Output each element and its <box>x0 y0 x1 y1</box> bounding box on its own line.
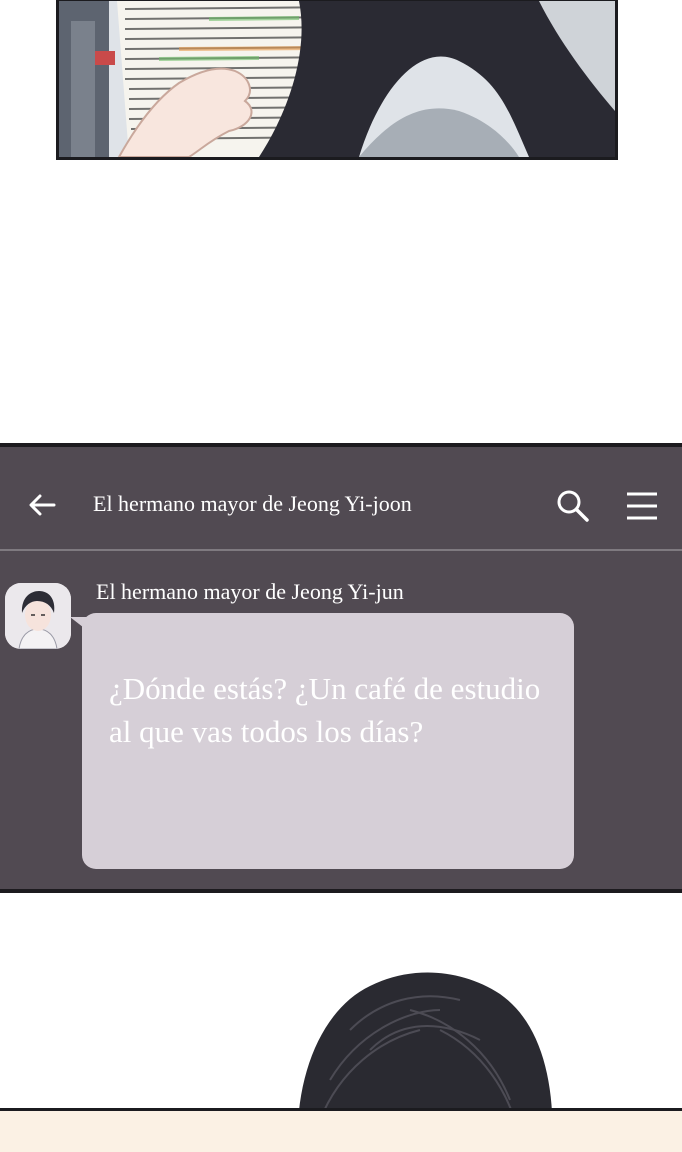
message-text: ¿Dónde estás? ¿Un café de estudio al que… <box>109 671 541 749</box>
chat-title: El hermano mayor de Jeong Yi-joon <box>93 491 412 516</box>
message-bubble: ¿Dónde estás? ¿Un café de estudio al que… <box>82 613 574 869</box>
arrow-left-icon[interactable] <box>24 487 60 523</box>
avatar-portrait <box>5 583 71 649</box>
reading-illustration <box>59 1 615 157</box>
sender-name: El hermano mayor de Jeong Yi-jun <box>96 579 404 604</box>
avatar[interactable] <box>5 583 71 649</box>
chat-window: El hermano mayor de Jeong Yi-joon El her… <box>0 443 682 893</box>
comic-panel-reading <box>56 0 618 160</box>
comic-panel-bottom <box>0 1111 682 1152</box>
chat-header: El hermano mayor de Jeong Yi-joon <box>0 447 682 551</box>
search-icon[interactable] <box>554 487 592 525</box>
hamburger-menu-icon[interactable] <box>624 489 662 523</box>
